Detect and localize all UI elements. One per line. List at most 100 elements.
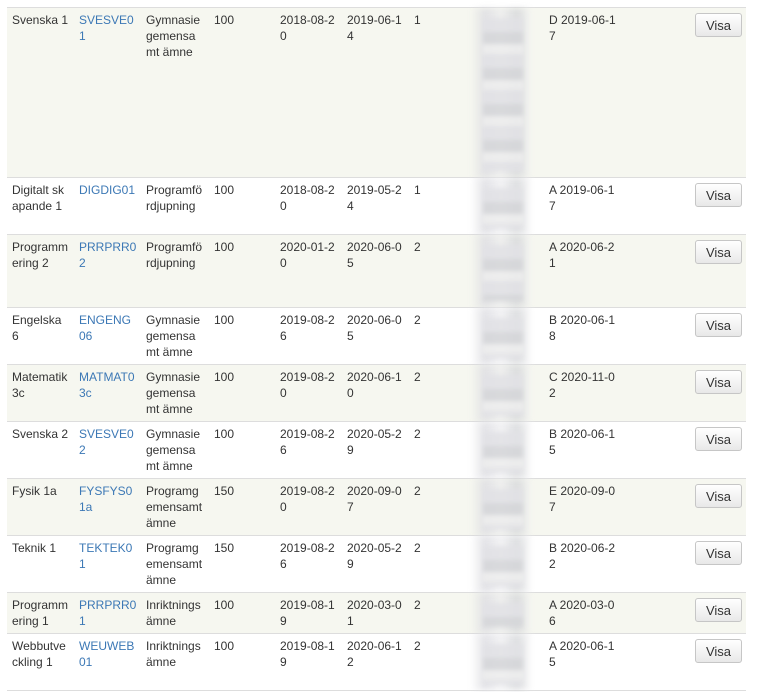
subject-type: Inriktningsämne	[146, 639, 201, 669]
period: 2	[414, 313, 421, 327]
course-code-link[interactable]: ENGENG06	[79, 313, 131, 343]
course-code-cell: MATMAT03c	[74, 365, 141, 422]
table-row: Matematik 3c MATMAT03c Gymnasiegemensamt…	[7, 364, 746, 422]
grade: A 2019-06-17	[549, 183, 615, 213]
end-date: 2020-06-12	[347, 639, 402, 669]
subject-type: Gymnasiegemensamt ämne	[146, 13, 201, 59]
table-row: Svenska 1 SVESVE01 Gymnasiegemensamt ämn…	[7, 7, 746, 178]
redacted-teacher	[471, 235, 544, 308]
end-date: 2020-05-29	[347, 427, 402, 457]
course-code-cell: TEKTEK01	[74, 536, 141, 593]
table-row: Programmering 2 PRRPRR02 Programfördjupn…	[7, 234, 746, 308]
visa-button[interactable]: Visa	[695, 313, 742, 337]
start-date: 2020-01-20	[280, 240, 335, 270]
course-name: Fysik 1a	[12, 484, 57, 498]
period: 2	[414, 598, 421, 612]
course-code-link[interactable]: SVESVE01	[79, 13, 134, 43]
subject-type: Gymnasiegemensamt ämne	[146, 370, 201, 416]
visa-button[interactable]: Visa	[695, 598, 742, 622]
period: 2	[414, 370, 421, 384]
period: 1	[414, 13, 421, 27]
points: 100	[214, 313, 235, 327]
grade: B 2020-06-18	[549, 313, 616, 343]
grade: E 2020-09-07	[549, 484, 616, 514]
table-row: Teknik 1 TEKTEK01 Programgemensamt ämne …	[7, 535, 746, 593]
start-date: 2018-08-20	[280, 13, 335, 43]
start-date: 2019-08-26	[280, 541, 335, 571]
action-cell: Visa	[620, 8, 746, 178]
course-code-link[interactable]: MATMAT03c	[79, 370, 135, 400]
action-cell: Visa	[620, 308, 746, 365]
visa-button[interactable]: Visa	[695, 541, 742, 565]
table-row: Digitalt skapande 1 DIGDIG01 Programförd…	[7, 177, 746, 235]
course-code-cell: DIGDIG01	[74, 178, 141, 235]
visa-button[interactable]: Visa	[695, 427, 742, 451]
grade: A 2020-03-06	[549, 598, 615, 628]
points: 100	[214, 598, 235, 612]
end-date: 2020-09-07	[347, 484, 402, 514]
start-date: 2019-08-20	[280, 370, 335, 400]
course-code-link[interactable]: TEKTEK01	[79, 541, 132, 571]
points: 150	[214, 484, 235, 498]
course-code-link[interactable]: FYSFYS01a	[79, 484, 132, 514]
redacted-teacher	[471, 422, 544, 479]
course-code-cell: SVESVE02	[74, 422, 141, 479]
redacted-teacher	[471, 178, 544, 235]
course-code-link[interactable]: SVESVE02	[79, 427, 134, 457]
action-cell: Visa	[620, 536, 746, 593]
course-code-link[interactable]: WEUWEB01	[79, 639, 134, 669]
start-date: 2019-08-19	[280, 639, 335, 669]
end-date: 2020-03-01	[347, 598, 402, 628]
points: 100	[214, 13, 235, 27]
course-code-cell: PRRPRR02	[74, 235, 141, 308]
points: 150	[214, 541, 235, 555]
grade: A 2020-06-21	[549, 240, 615, 270]
start-date: 2019-08-20	[280, 484, 335, 514]
course-name: Webbutveckling 1	[12, 639, 66, 669]
subject-type: Programgemensamt ämne	[146, 484, 203, 530]
course-name: Engelska 6	[12, 313, 62, 343]
end-date: 2019-06-14	[347, 13, 402, 43]
course-name: Svenska 2	[12, 427, 69, 441]
redacted-teacher	[471, 365, 544, 422]
start-date: 2018-08-20	[280, 183, 335, 213]
end-date: 2020-06-05	[347, 313, 402, 343]
redacted-teacher	[471, 634, 544, 691]
points: 100	[214, 639, 235, 653]
course-name: Digitalt skapande 1	[12, 183, 65, 213]
course-name: Svenska 1	[12, 13, 69, 27]
course-code-link[interactable]: PRRPRR01	[79, 598, 136, 628]
action-cell: Visa	[620, 479, 746, 536]
action-cell: Visa	[620, 593, 746, 634]
period: 2	[414, 541, 421, 555]
subject-type: Programgemensamt ämne	[146, 541, 203, 587]
period: 2	[414, 427, 421, 441]
courses-table-body: Svenska 1 SVESVE01 Gymnasiegemensamt ämn…	[7, 7, 746, 691]
table-row: Engelska 6 ENGENG06 Gymnasiegemensamt äm…	[7, 307, 746, 365]
table-row: Svenska 2 SVESVE02 Gymnasiegemensamt ämn…	[7, 421, 746, 479]
period: 2	[414, 639, 421, 653]
grade: B 2020-06-15	[549, 427, 616, 457]
subject-type: Programfördjupning	[146, 183, 203, 213]
course-code-link[interactable]: PRRPRR02	[79, 240, 136, 270]
start-date: 2019-08-26	[280, 313, 335, 343]
redacted-teacher	[471, 593, 544, 634]
course-code-link[interactable]: DIGDIG01	[79, 183, 135, 197]
visa-button[interactable]: Visa	[695, 370, 742, 394]
courses-table: Svenska 1 SVESVE01 Gymnasiegemensamt ämn…	[7, 7, 746, 691]
subject-type: Inriktningsämne	[146, 598, 201, 628]
course-name: Programmering 2	[12, 240, 69, 270]
action-cell: Visa	[620, 422, 746, 479]
redacted-teacher	[471, 479, 544, 536]
action-cell: Visa	[620, 634, 746, 691]
table-row: Fysik 1a FYSFYS01a Programgemensamt ämne…	[7, 478, 746, 536]
visa-button[interactable]: Visa	[695, 13, 742, 37]
table-row: Webbutveckling 1 WEUWEB01 Inriktningsämn…	[7, 633, 746, 691]
period: 2	[414, 484, 421, 498]
visa-button[interactable]: Visa	[695, 183, 742, 207]
end-date: 2020-05-29	[347, 541, 402, 571]
points: 100	[214, 427, 235, 441]
visa-button[interactable]: Visa	[695, 240, 742, 264]
visa-button[interactable]: Visa	[695, 484, 742, 508]
visa-button[interactable]: Visa	[695, 639, 742, 663]
